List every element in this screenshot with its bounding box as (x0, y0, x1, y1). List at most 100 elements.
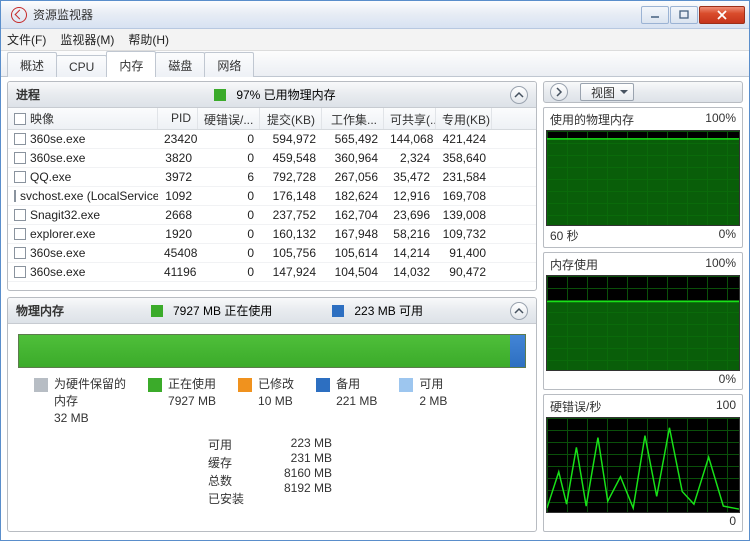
row-checkbox[interactable] (14, 228, 26, 240)
row-checkbox[interactable] (14, 190, 16, 202)
cell-pid: 3972 (158, 169, 198, 185)
menu-help[interactable]: 帮助(H) (128, 31, 169, 48)
maximize-button[interactable] (670, 6, 698, 24)
table-row[interactable]: explorer.exe 1920 0 160,132 167,948 58,2… (8, 225, 536, 244)
memory-bar-avail (510, 335, 525, 367)
process-panel: 进程 97% 已用物理内存 映像 PID 硬错误/... 提交(KB) 工作集.… (7, 81, 537, 291)
cell-workingset: 167,948 (322, 226, 384, 242)
memory-panel-header[interactable]: 物理内存 7927 MB 正在使用 223 MB 可用 (8, 298, 536, 324)
memory-stats: 可用缓存总数已安装 223 MB231 MB8160 MB8192 MB (8, 430, 536, 517)
cell-workingset: 182,624 (322, 188, 384, 204)
col-private[interactable]: 专用(KB) (436, 108, 492, 129)
cell-commit: 147,924 (260, 264, 322, 280)
tab-network[interactable]: 网络 (204, 52, 254, 77)
chart-box: 硬错误/秒100 0 (543, 394, 743, 532)
close-button[interactable] (699, 6, 745, 24)
col-shareable[interactable]: 可共享(... (384, 108, 436, 129)
legend-text: 为硬件保留的内存32 MB (54, 376, 126, 426)
cell-commit: 176,148 (260, 188, 322, 204)
tab-cpu[interactable]: CPU (56, 55, 107, 77)
cell-workingset: 162,704 (322, 207, 384, 223)
cell-hardfaults: 0 (198, 245, 260, 261)
row-checkbox[interactable] (14, 171, 26, 183)
table-row[interactable]: 360se.exe 3820 0 459,548 360,964 2,324 3… (8, 149, 536, 168)
cell-pid: 3820 (158, 150, 198, 166)
table-row[interactable]: 360se.exe 45408 0 105,756 105,614 14,214… (8, 244, 536, 263)
col-pid[interactable]: PID (158, 108, 198, 129)
legend-text: 正在使用7927 MB (168, 376, 216, 410)
cell-commit: 160,132 (260, 226, 322, 242)
cell-hardfaults: 0 (198, 264, 260, 280)
avail-chip (332, 305, 344, 317)
minimize-button[interactable] (641, 6, 669, 24)
cell-pid: 45408 (158, 245, 198, 261)
legend-item: 已修改10 MB (238, 376, 294, 426)
cell-private: 139,008 (436, 207, 492, 223)
cell-private: 91,400 (436, 245, 492, 261)
menu-file[interactable]: 文件(F) (7, 31, 46, 48)
collapse-button[interactable] (510, 86, 528, 104)
cell-commit: 237,752 (260, 207, 322, 223)
process-panel-header[interactable]: 进程 97% 已用物理内存 (8, 82, 536, 108)
tabs: 概述 CPU 内存 磁盘 网络 (1, 51, 749, 77)
table-row[interactable]: Snagit32.exe 2668 0 237,752 162,704 23,6… (8, 206, 536, 225)
chart-xright: 0% (719, 227, 736, 244)
chart-plot (546, 275, 740, 371)
legend-swatch (238, 378, 252, 392)
select-all-checkbox[interactable] (14, 113, 26, 125)
stat-key: 已安装 (208, 490, 244, 507)
tab-memory[interactable]: 内存 (106, 51, 156, 77)
collapse-button-mem[interactable] (510, 302, 528, 320)
cell-hardfaults: 0 (198, 188, 260, 204)
row-checkbox[interactable] (14, 209, 26, 221)
row-checkbox[interactable] (14, 133, 26, 145)
row-checkbox[interactable] (14, 266, 26, 278)
table-row[interactable]: 360se.exe 23420 0 594,972 565,492 144,06… (8, 130, 536, 149)
col-commit[interactable]: 提交(KB) (260, 108, 322, 129)
chart-box: 内存使用100% 0% (543, 252, 743, 390)
expand-right-button[interactable] (550, 83, 568, 101)
cell-shareable: 35,472 (384, 169, 436, 185)
table-row[interactable]: 360se.exe 41196 0 147,924 104,504 14,032… (8, 263, 536, 282)
chart-title: 硬错误/秒 (550, 398, 601, 415)
cell-image: 360se.exe (8, 245, 158, 261)
cell-shareable: 144,068 (384, 131, 436, 147)
chart-max: 100% (705, 111, 736, 128)
cell-workingset: 104,504 (322, 264, 384, 280)
cell-image: 360se.exe (8, 264, 158, 280)
cell-shareable: 23,696 (384, 207, 436, 223)
stat-value: 223 MB (262, 436, 332, 450)
legend-text: 已修改10 MB (258, 376, 294, 410)
tab-disk[interactable]: 磁盘 (155, 52, 205, 77)
cell-commit: 459,548 (260, 150, 322, 166)
cell-image: svchost.exe (LocalService) (8, 188, 158, 204)
cell-shareable: 14,214 (384, 245, 436, 261)
row-checkbox[interactable] (14, 152, 26, 164)
chart-plot (546, 130, 740, 226)
cell-private: 90,472 (436, 264, 492, 280)
col-hardfaults[interactable]: 硬错误/... (198, 108, 260, 129)
cell-workingset: 565,492 (322, 131, 384, 147)
stat-key: 可用 (208, 436, 244, 453)
table-row[interactable]: QQ.exe 3972 6 792,728 267,056 35,472 231… (8, 168, 536, 187)
row-checkbox[interactable] (14, 247, 26, 259)
stat-value: 231 MB (262, 451, 332, 465)
process-panel-title: 进程 (16, 86, 40, 103)
cell-commit: 105,756 (260, 245, 322, 261)
col-image[interactable]: 映像 (8, 108, 158, 129)
legend-swatch (34, 378, 48, 392)
legend-text: 可用2 MB (419, 376, 447, 410)
view-dropdown[interactable]: 视图 (580, 83, 634, 101)
cell-workingset: 105,614 (322, 245, 384, 261)
memory-legend: 为硬件保留的内存32 MB 正在使用7927 MB 已修改10 MB 备用221… (8, 372, 536, 430)
tab-overview[interactable]: 概述 (7, 52, 57, 77)
stat-value: 8160 MB (262, 466, 332, 480)
stat-key: 缓存 (208, 454, 244, 471)
window-title: 资源监视器 (33, 6, 641, 23)
inuse-label: 7927 MB 正在使用 (173, 302, 272, 319)
menu-monitor[interactable]: 监视器(M) (60, 31, 114, 48)
col-workingset[interactable]: 工作集... (322, 108, 384, 129)
legend-text: 备用221 MB (336, 376, 377, 410)
window-buttons (641, 6, 745, 24)
table-row[interactable]: svchost.exe (LocalService) 1092 0 176,14… (8, 187, 536, 206)
